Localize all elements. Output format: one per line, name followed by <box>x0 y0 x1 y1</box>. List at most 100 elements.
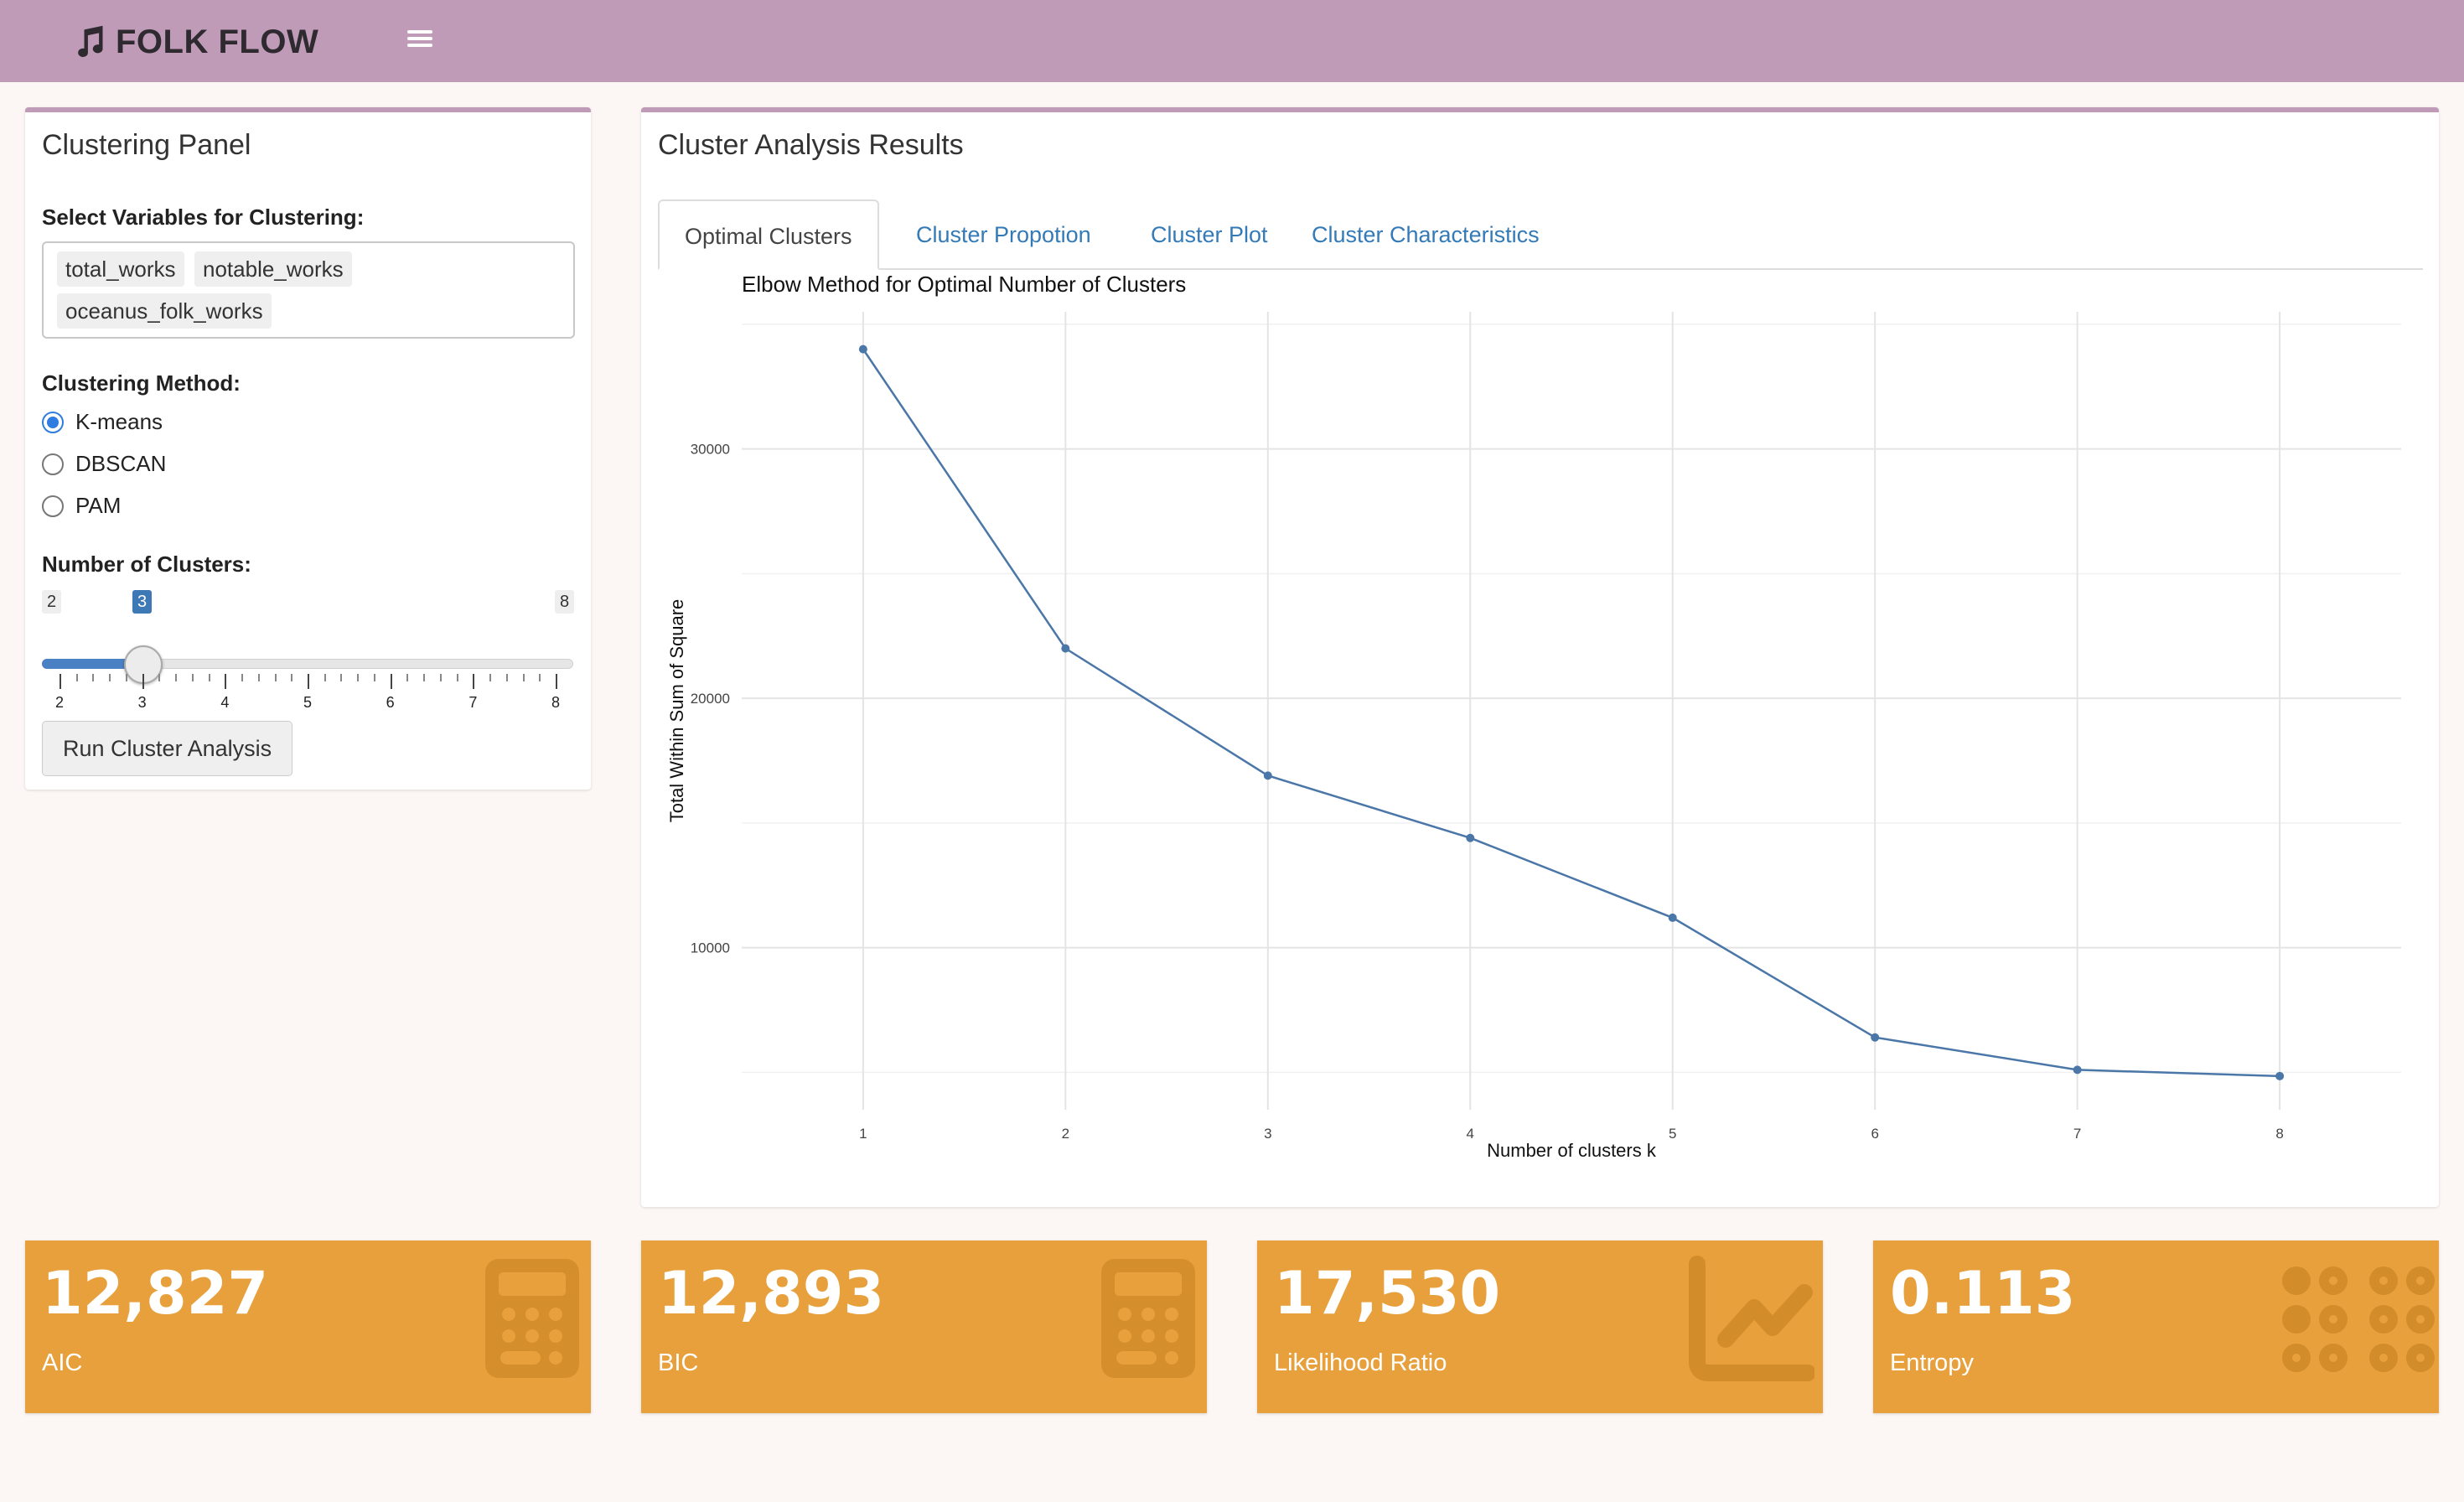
x-tick-label: 6 <box>1871 1126 1878 1142</box>
slider-minor-tick <box>158 674 161 681</box>
calculator-icon <box>485 1259 579 1378</box>
tab-cluster-plot[interactable]: Cluster Plot <box>1126 199 1293 270</box>
slider-tick <box>225 674 227 689</box>
data-point <box>1263 771 1272 780</box>
slider-minor-tick <box>340 674 343 681</box>
radio-label: DBSCAN <box>75 451 167 476</box>
slider-minor-tick <box>373 674 375 681</box>
bic-value: 12,893 <box>658 1259 885 1328</box>
data-point <box>1871 1033 1880 1042</box>
slider-tick-label: 8 <box>551 694 561 711</box>
slider-minor-tick <box>522 674 525 681</box>
slider-value-label: 3 <box>132 590 153 614</box>
radio-button[interactable] <box>42 495 64 517</box>
slider-minor-tick <box>75 674 78 681</box>
slider-minor-tick <box>489 674 492 681</box>
chart-title: Elbow Method for Optimal Number of Clust… <box>742 272 1186 297</box>
entropy-value: 0.113 <box>1890 1259 2076 1328</box>
slider-min-label: 2 <box>42 590 62 614</box>
slider-tick <box>60 674 61 689</box>
x-tick-label: 7 <box>2073 1126 2081 1142</box>
chart-line-icon <box>1689 1256 1814 1381</box>
variable-chip[interactable]: notable_works <box>194 251 352 287</box>
value-box-bic: 12,893 BIC <box>641 1240 1207 1413</box>
value-box-likelihood-ratio: 17,530 Likelihood Ratio <box>1257 1240 1823 1413</box>
slider-minor-tick <box>175 674 178 681</box>
slider-tick-label: 5 <box>303 694 313 711</box>
data-point <box>1466 833 1475 842</box>
slider-minor-tick <box>456 674 458 681</box>
slider-max-label: 8 <box>555 590 575 614</box>
y-axis-label: Total Within Sum of Square <box>666 599 687 823</box>
brand[interactable]: FOLK FLOW <box>70 18 318 65</box>
slider-minor-tick <box>439 674 442 681</box>
slider-minor-tick <box>505 674 508 681</box>
slider-minor-tick <box>423 674 426 681</box>
tab-cluster-propotion[interactable]: Cluster Propotion <box>891 199 1116 270</box>
x-tick-label: 8 <box>2275 1126 2283 1142</box>
slider-minor-tick <box>274 674 277 681</box>
data-point <box>2275 1071 2285 1080</box>
results-title: Cluster Analysis Results <box>658 129 964 161</box>
variable-chip[interactable]: total_works <box>57 251 184 287</box>
slider-tick-label: 7 <box>468 694 478 711</box>
slider-minor-tick <box>324 674 326 681</box>
slider-tick <box>556 674 557 689</box>
value-box-aic: 12,827 AIC <box>25 1240 591 1413</box>
y-tick-label: 30000 <box>691 442 730 458</box>
slider-minor-tick <box>125 674 127 681</box>
slider-minor-tick <box>109 674 111 681</box>
tab-cluster-characteristics[interactable]: Cluster Characteristics <box>1286 199 1565 270</box>
results-panel: Cluster Analysis Results Optimal Cluster… <box>641 107 2439 1207</box>
slider-minor-tick <box>208 674 210 681</box>
x-tick-label: 2 <box>1062 1126 1069 1142</box>
bic-label: BIC <box>658 1349 699 1376</box>
likelihood-ratio-value: 17,530 <box>1274 1259 1501 1328</box>
x-axis-label: Number of clusters k <box>1487 1140 1657 1161</box>
variable-chip[interactable]: oceanus_folk_works <box>57 293 272 329</box>
x-tick-label: 3 <box>1264 1126 1271 1142</box>
slider-minor-tick <box>257 674 260 681</box>
radio-button[interactable] <box>42 411 64 433</box>
run-cluster-analysis-button[interactable]: Run Cluster Analysis <box>42 721 293 776</box>
radio-kmeans[interactable]: K-means <box>42 409 163 435</box>
navbar: FOLK FLOW <box>0 0 2464 82</box>
x-tick-label: 4 <box>1467 1126 1474 1142</box>
tab-optimal-clusters[interactable]: Optimal Clusters <box>658 199 879 270</box>
slider-minor-tick <box>539 674 541 681</box>
radio-label: PAM <box>75 493 122 518</box>
variables-select[interactable]: total_works notable_works oceanus_folk_w… <box>42 241 575 339</box>
radio-pam[interactable]: PAM <box>42 493 121 519</box>
radio-button[interactable] <box>42 453 64 475</box>
clusters-slider[interactable]: 2 3 8 2 3 4 5 6 7 8 <box>42 590 578 711</box>
series-line <box>862 348 2280 1078</box>
slider-tick-label: 6 <box>386 694 395 711</box>
slider-tick <box>390 674 392 689</box>
slider-minor-tick <box>291 674 293 681</box>
value-box-entropy: 0.113 Entropy <box>1873 1240 2439 1413</box>
method-label: Clustering Method: <box>42 370 241 396</box>
slider-minor-tick <box>357 674 360 681</box>
menu-toggle-icon[interactable] <box>407 27 432 52</box>
entropy-label: Entropy <box>1890 1349 1974 1376</box>
panel-title: Clustering Panel <box>42 129 251 161</box>
clustering-panel: Clustering Panel Select Variables for Cl… <box>25 107 591 790</box>
aic-label: AIC <box>42 1349 83 1376</box>
x-tick-label: 5 <box>1669 1126 1676 1142</box>
x-tick-label: 1 <box>859 1126 867 1142</box>
elbow-chart: Elbow Method for Optimal Number of Clust… <box>666 272 2401 1161</box>
slider-tick-label: 4 <box>220 694 230 711</box>
radio-label: K-means <box>75 409 163 434</box>
y-tick-label: 10000 <box>691 940 730 956</box>
data-point <box>858 344 867 354</box>
radio-dbscan[interactable]: DBSCAN <box>42 451 166 477</box>
calculator-icon <box>1101 1259 1195 1378</box>
music-note-icon <box>78 25 103 57</box>
slider-minor-tick <box>191 674 194 681</box>
likelihood-ratio-label: Likelihood Ratio <box>1274 1349 1447 1376</box>
results-tabs: Optimal Clusters Cluster Propotion Clust… <box>658 199 2423 270</box>
slider-tick <box>473 674 475 689</box>
slider-minor-tick <box>241 674 244 681</box>
data-point <box>1668 913 1677 922</box>
slider-minor-tick <box>406 674 409 681</box>
